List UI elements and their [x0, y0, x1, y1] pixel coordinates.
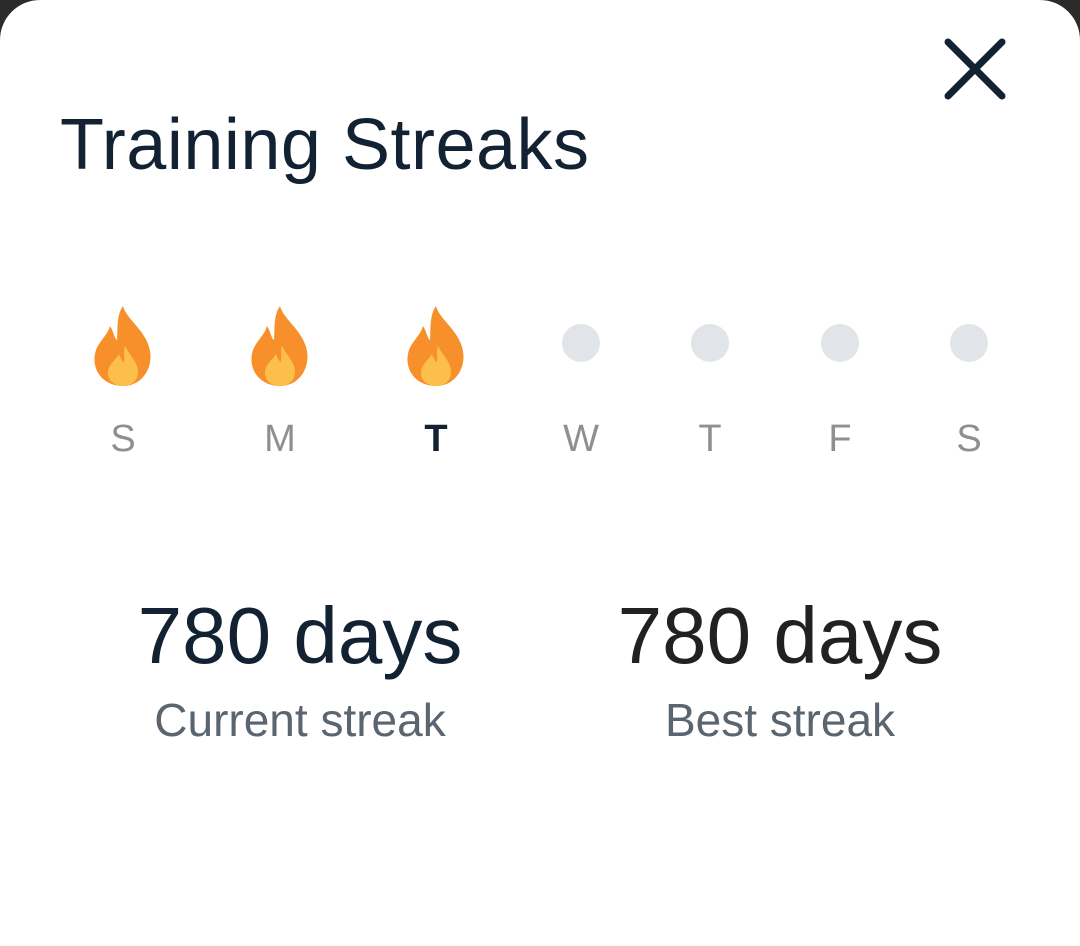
training-streaks-dialog: Training Streaks S M T W T F S 780 days …	[0, 0, 1080, 946]
flame-icon	[94, 306, 151, 386]
day-tuesday: T	[381, 296, 491, 476]
day-mark	[914, 296, 1024, 396]
day-label: T	[698, 418, 722, 460]
empty-dot-icon	[562, 324, 600, 362]
day-label: T	[424, 418, 448, 460]
current-streak-stat: 780 days Current streak	[80, 586, 520, 750]
dialog-title: Training Streaks	[60, 105, 590, 185]
day-label: W	[563, 418, 599, 460]
best-streak-stat: 780 days Best streak	[560, 586, 1000, 750]
day-sunday: S	[68, 296, 178, 476]
empty-dot-icon	[821, 324, 859, 362]
day-saturday: S	[914, 296, 1024, 476]
empty-dot-icon	[950, 324, 988, 362]
day-label: S	[956, 418, 982, 460]
day-mark	[655, 296, 765, 396]
day-mark	[785, 296, 895, 396]
day-friday: F	[785, 296, 895, 476]
day-wednesday: W	[526, 296, 636, 476]
close-icon[interactable]	[934, 28, 1016, 110]
week-streak-row: S M T W T F S	[0, 296, 1080, 476]
flame-icon	[251, 306, 308, 386]
empty-dot-icon	[691, 324, 729, 362]
flame-icon	[407, 306, 464, 386]
day-label: M	[264, 418, 296, 460]
day-label: F	[828, 418, 852, 460]
day-label: S	[110, 418, 136, 460]
day-monday: M	[225, 296, 335, 476]
day-mark	[68, 296, 178, 396]
best-streak-caption: Best streak	[664, 694, 896, 746]
day-mark	[225, 296, 335, 396]
current-streak-caption: Current streak	[154, 694, 446, 746]
day-mark	[381, 296, 491, 396]
current-streak-value: 780 days	[137, 591, 463, 680]
day-mark	[526, 296, 636, 396]
best-streak-value: 780 days	[617, 591, 943, 680]
day-thursday: T	[655, 296, 765, 476]
